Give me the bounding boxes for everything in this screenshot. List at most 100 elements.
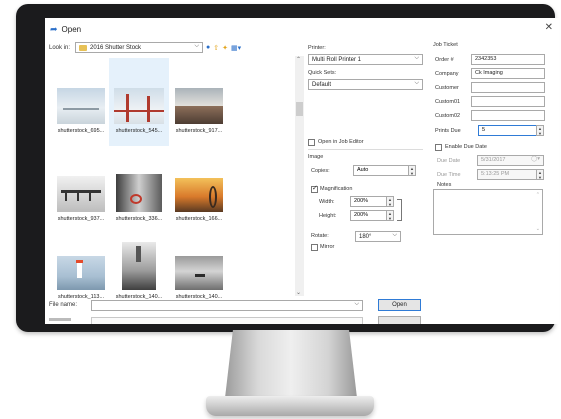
custom02-label: Custom02 <box>435 113 461 119</box>
open-folder-icon: ➦ <box>50 23 58 34</box>
file-thumbnail <box>122 242 156 290</box>
mirror-checkbox[interactable] <box>311 244 318 251</box>
file-type-label-partial <box>49 318 71 321</box>
dialog-title: Open <box>61 24 82 34</box>
rotate-label: Rotate: <box>311 233 329 239</box>
copies-label: Copies: <box>311 168 330 174</box>
file-tile[interactable]: shutterstock_937... <box>51 154 111 226</box>
magnification-label: Magnification <box>320 186 353 192</box>
file-tile[interactable]: shutterstock_140... <box>109 234 169 304</box>
height-label: Height: <box>319 213 337 219</box>
custom01-field[interactable] <box>471 96 545 107</box>
notes-label: Notes <box>437 182 452 188</box>
file-label: shutterstock_545... <box>115 128 163 134</box>
back-icon[interactable]: ● <box>206 44 210 51</box>
file-tile[interactable]: shutterstock_113... <box>51 234 111 304</box>
mirror-label: Mirror <box>320 244 335 250</box>
scroll-up-icon[interactable]: ⌃ <box>296 56 301 63</box>
custom02-field[interactable] <box>471 110 545 121</box>
open-in-editor-label: Open in Job Editor <box>318 139 364 145</box>
file-tile[interactable]: shutterstock_917... <box>169 58 229 146</box>
quicksets-select[interactable]: Default ⌵ <box>308 79 423 90</box>
folder-icon <box>79 44 88 51</box>
width-value: 200% <box>354 198 369 204</box>
calendar-dropdown-icon[interactable]: ◯▾ <box>531 156 540 162</box>
scroll-thumb[interactable] <box>296 102 303 116</box>
scroll-up-icon[interactable]: ⌃ <box>536 192 540 198</box>
printer-panel: Printer: Multi Roll Printer 1 ⌵ Quick Se… <box>308 41 428 251</box>
quicksets-label: Quick Sets: <box>308 70 337 76</box>
printer-select[interactable]: Multi Roll Printer 1 ⌵ <box>308 54 423 65</box>
file-type-select[interactable] <box>91 317 363 324</box>
chevron-down-icon: ⌵ <box>414 55 419 61</box>
copies-stepper[interactable]: Auto ▲ ▼ <box>353 165 416 176</box>
close-icon[interactable]: ✕ <box>545 22 553 33</box>
due-time-label: Due Time <box>437 172 461 178</box>
file-tile-selected[interactable]: shutterstock_545... <box>109 58 169 146</box>
job-ticket-heading: Job Ticket <box>433 42 458 48</box>
enable-due-date-label: Enable Due Date <box>445 144 487 150</box>
file-tile[interactable]: shutterstock_140... <box>169 234 229 304</box>
open-button[interactable]: Open <box>378 299 421 311</box>
file-thumbnail <box>114 88 164 124</box>
file-label: shutterstock_917... <box>175 128 223 134</box>
custom01-label: Custom01 <box>435 99 461 105</box>
open-dialog: ➦ Open ✕ Look in: 2016 Shutter Stock ⌵ ●… <box>45 18 559 324</box>
file-label: shutterstock_336... <box>115 216 163 222</box>
stepper-arrows-icon[interactable]: ▲ ▼ <box>536 125 544 136</box>
file-label: shutterstock_695... <box>57 128 105 134</box>
image-section-label: Image <box>308 154 324 160</box>
scroll-down-icon[interactable]: ⌄ <box>296 289 301 296</box>
stepper-arrows-icon[interactable]: ▲ ▼ <box>386 210 394 221</box>
height-stepper[interactable]: 200% ▲ ▼ <box>350 210 394 221</box>
prints-due-stepper[interactable]: 5 ▲ ▼ <box>478 125 544 136</box>
due-date-field[interactable]: 5/31/2017 ◯▾ <box>477 155 544 166</box>
file-thumbnail <box>57 88 105 124</box>
lookin-label: Look in: <box>49 44 71 51</box>
notes-textarea[interactable]: ⌃ ⌄ <box>433 189 543 235</box>
scene: ➦ Open ✕ Look in: 2016 Shutter Stock ⌵ ●… <box>0 0 561 419</box>
view-menu-icon[interactable]: ▦▾ <box>231 44 241 52</box>
divider <box>308 149 423 150</box>
file-list: shutterstock_695... shutterstock_545... … <box>49 56 295 300</box>
link-aspect-icon[interactable] <box>397 199 402 221</box>
width-stepper[interactable]: 200% ▲ ▼ <box>350 196 394 207</box>
scroll-down-icon[interactable]: ⌄ <box>536 226 540 232</box>
height-value: 200% <box>354 212 369 218</box>
due-date-value: 5/31/2017 <box>481 157 506 163</box>
file-thumbnail <box>175 256 223 290</box>
stepper-arrows-icon[interactable]: ▲ ▼ <box>386 196 394 207</box>
lookin-select[interactable]: 2016 Shutter Stock ⌵ <box>75 42 204 53</box>
file-thumbnail <box>116 174 162 212</box>
due-date-label: Due Date <box>437 158 461 164</box>
customer-field[interactable] <box>471 82 545 93</box>
filename-input[interactable]: ⌵ <box>91 300 363 311</box>
file-label: shutterstock_166... <box>175 216 223 222</box>
due-time-stepper[interactable]: 5:13:25 PM ▲ ▼ <box>477 169 544 180</box>
new-folder-icon[interactable]: ✦ <box>222 44 228 52</box>
file-thumbnail <box>57 176 105 212</box>
due-time-value: 5:13:25 PM <box>481 171 510 177</box>
stepper-arrows-icon[interactable]: ▲ ▼ <box>536 169 544 180</box>
lookin-value: 2016 Shutter Stock <box>90 44 142 51</box>
chevron-down-icon: ⌵ <box>354 301 359 307</box>
file-label: shutterstock_937... <box>57 216 105 222</box>
monitor-stand-base <box>206 396 374 416</box>
file-tile[interactable]: shutterstock_336... <box>109 154 169 226</box>
file-tile[interactable]: shutterstock_695... <box>51 58 111 146</box>
up-folder-icon[interactable]: ⇧ <box>213 44 219 52</box>
open-in-editor-checkbox[interactable] <box>308 139 315 146</box>
job-ticket-panel: Job Ticket Order # 2342353 Company Ck Im… <box>433 41 555 246</box>
chevron-down-icon: ⌵ <box>194 43 200 49</box>
magnification-checkbox[interactable] <box>311 184 318 193</box>
enable-due-date-checkbox[interactable] <box>435 144 442 151</box>
rotate-value: 180° <box>359 233 372 240</box>
file-tile[interactable]: shutterstock_166... <box>169 154 229 226</box>
stepper-arrows-icon[interactable]: ▲ ▼ <box>408 165 416 176</box>
file-list-scrollbar[interactable]: ⌃ ⌄ <box>295 56 304 296</box>
order-field[interactable]: 2342353 <box>471 54 545 65</box>
file-thumbnail <box>175 88 223 124</box>
cancel-button[interactable] <box>378 316 421 324</box>
rotate-select[interactable]: 180° ⌵ <box>355 231 401 242</box>
company-field[interactable]: Ck Imaging <box>471 68 545 79</box>
